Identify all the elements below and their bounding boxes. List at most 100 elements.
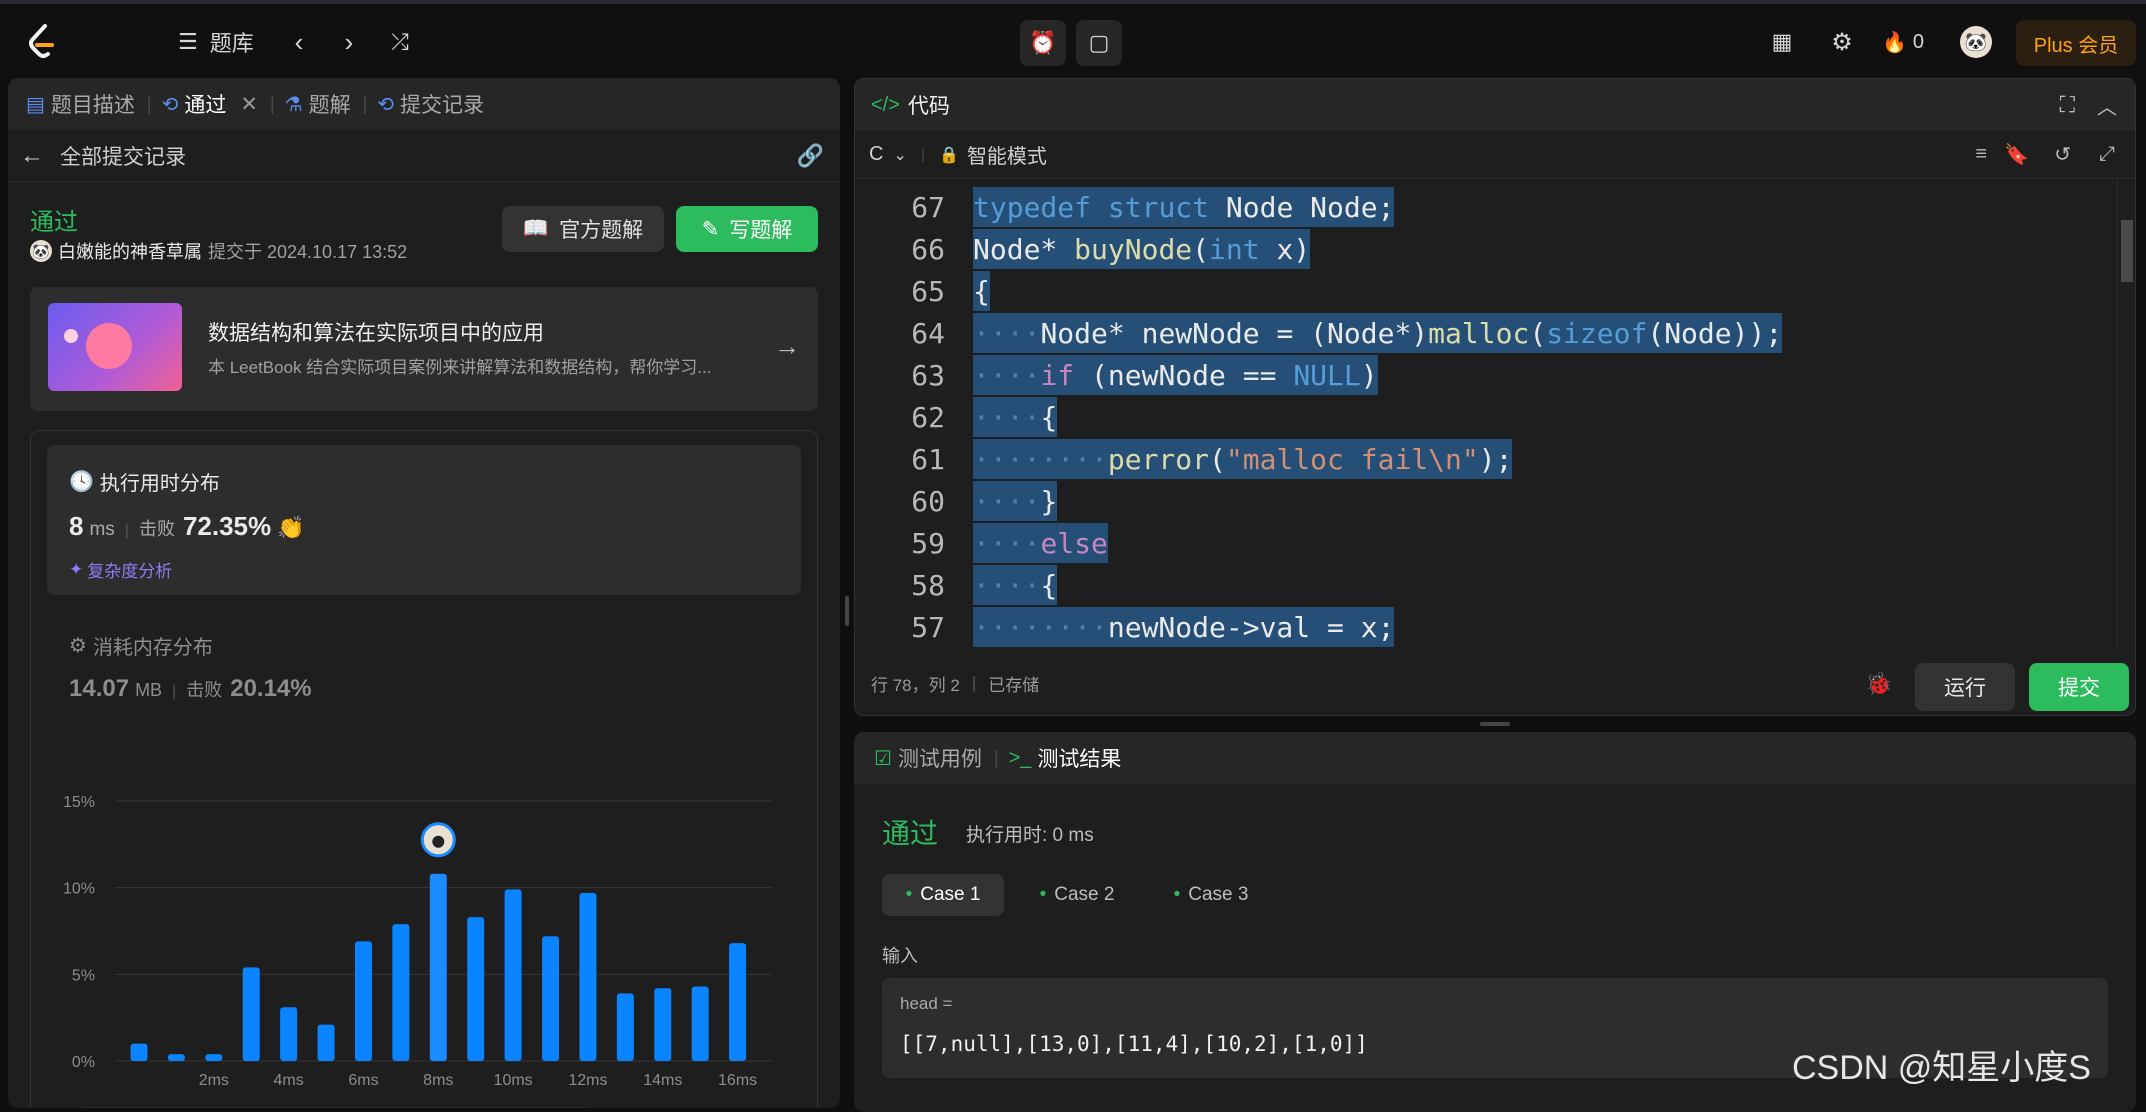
code-token: int (1209, 232, 1260, 266)
tab-description[interactable]: ▤ 题目描述 (26, 89, 135, 119)
runtime-value: 8 (69, 511, 84, 541)
lock-icon: 🔒 (939, 146, 959, 164)
editor-scrollbar[interactable] (2117, 180, 2135, 648)
selected-code: ····{ (973, 565, 1058, 605)
code-line[interactable]: 59 ···· else (855, 522, 2115, 564)
x-tick-label: 16ms (718, 1072, 757, 1089)
case-pass-dot: • (1039, 884, 1047, 905)
indent-guide: ···· (973, 316, 1041, 350)
edit-icon: ✎ (701, 217, 720, 241)
horizontal-resize-handle[interactable] (1480, 722, 1510, 726)
streak-count: 0 (1912, 30, 1925, 53)
panel-resize-handle[interactable] (845, 596, 849, 626)
arrow-right-icon: → (774, 331, 800, 361)
line-number: 67 (911, 190, 945, 224)
avatar[interactable]: 🐼 (1960, 26, 1992, 58)
language-select[interactable]: C ⌄ (869, 143, 907, 166)
expand-icon[interactable]: ⤢ (2099, 143, 2115, 166)
memory-section[interactable]: ⚙ 消耗内存分布 14.07 MB | 击败 20.14% (69, 631, 789, 711)
problem-list-button[interactable]: ☰ 题库 (178, 22, 254, 62)
line-number: 59 (911, 526, 945, 560)
bar (504, 889, 522, 1061)
leetcode-logo[interactable] (22, 22, 62, 62)
tab-accepted[interactable]: ⟲ 通过 ✕ (162, 89, 258, 119)
alarm-clock-icon[interactable]: ⏰ (1020, 20, 1066, 66)
submitter-name[interactable]: 白嫩能的神香草属 (58, 238, 202, 264)
code-line[interactable]: 67 typedef struct Node Node; (855, 186, 2115, 228)
official-solution-button[interactable]: 📖 官方题解 (502, 206, 664, 252)
indent-guide: ···· (973, 526, 1041, 560)
case-tab[interactable]: • Case 2 (1016, 874, 1138, 916)
share-link-icon[interactable]: 🔗 (797, 143, 824, 169)
close-tab-icon[interactable]: ✕ (240, 92, 258, 117)
code-area[interactable]: 67 typedef struct Node Node; 66 Node* buyNo… (855, 180, 2115, 648)
debug-icon[interactable]: 🐞 (1865, 671, 1892, 697)
note-icon[interactable]: ▢ (1076, 20, 1122, 66)
streak-button[interactable]: 🔥 0 (1882, 26, 1924, 58)
code-line[interactable]: 60 ····} (855, 480, 2115, 522)
tab-testcases[interactable]: ☑ 测试用例 (874, 743, 982, 773)
complexity-analysis-link[interactable]: ✦ 复杂度分析 (69, 557, 172, 582)
code-line[interactable]: 65 { (855, 270, 2115, 312)
line-number: 58 (911, 568, 945, 602)
code-line[interactable]: 63 ···· if (newNode == NULL) (855, 354, 2115, 396)
format-icon[interactable]: ≡ (1975, 143, 1987, 166)
code-line[interactable]: 66 Node* buyNode(int x) (855, 228, 2115, 270)
case-pass-dot: • (1173, 884, 1181, 905)
code-token: (newNode == (1074, 358, 1294, 392)
code-token: { (1040, 568, 1058, 602)
tab-solutions[interactable]: ⚗ 题解 (285, 89, 351, 119)
memory-unit: MB (135, 680, 163, 700)
prev-problem-icon[interactable]: ‹ (284, 26, 314, 58)
runtime-card[interactable]: 🕓 执行用时分布 8 ms | 击败 72.35% 👏 ✦ 复杂度分析 (47, 445, 801, 595)
fullscreen-icon[interactable]: ⛶ (2060, 92, 2075, 118)
chart-range-slider[interactable] (79, 1107, 591, 1108)
shuffle-icon[interactable]: ⤮ (384, 26, 416, 58)
clock-icon: 🕓 (69, 471, 94, 493)
code-token: Node* (973, 232, 1075, 266)
layout-icon[interactable]: ▦ (1766, 26, 1798, 58)
selected-code: ········ newNode->val = x; (973, 607, 1395, 647)
all-submissions-link[interactable]: 全部提交记录 (60, 141, 186, 171)
code-line[interactable]: 61 ········ perror("malloc fail\n"); (855, 438, 2115, 480)
code-token: malloc (1428, 316, 1530, 350)
back-row: ← 全部提交记录 🔗 (8, 130, 840, 182)
tab-test-result[interactable]: >_ 测试结果 (1009, 743, 1122, 773)
submit-button[interactable]: 提交 (2029, 663, 2129, 711)
bar (429, 873, 447, 1061)
flask-icon: ⚗ (284, 93, 303, 116)
code-line[interactable]: 62 ····{ (855, 396, 2115, 438)
case-label: Case 1 (920, 884, 981, 905)
mode-select[interactable]: 🔒 智能模式 (939, 140, 1047, 169)
stat-divider: | (172, 683, 177, 700)
x-tick-label: 8ms (423, 1072, 453, 1089)
back-arrow-icon[interactable]: ← (20, 142, 44, 170)
tab-testcases-label: 测试用例 (897, 748, 982, 771)
code-line[interactable]: 58 ····{ (855, 564, 2115, 606)
scrollbar-thumb[interactable] (2121, 220, 2133, 282)
reset-icon[interactable]: ↺ (2054, 142, 2071, 167)
plus-member-button[interactable]: Plus 会员 (2016, 20, 2136, 66)
run-button[interactable]: 运行 (1915, 663, 2015, 711)
tab-submissions[interactable]: ⟲ 提交记录 (377, 89, 484, 119)
bar (729, 943, 747, 1061)
x-tick-label: 6ms (348, 1072, 378, 1089)
line-number: 61 (911, 442, 945, 476)
collapse-icon[interactable]: ︿ (2097, 91, 2117, 120)
leetbook-cover-image (48, 303, 182, 391)
tab-solutions-label: 题解 (308, 94, 351, 117)
bar (392, 924, 410, 1061)
editor-toolbar: C ⌄ | 🔒 智能模式 ≡ 🔖 ↺ ⤢ (855, 131, 2135, 179)
bookmark-icon[interactable]: 🔖 (2004, 142, 2029, 167)
runtime-stats: 8 ms | 击败 72.35% 👏 (69, 511, 305, 542)
runtime-distribution-chart[interactable]: 0% 5% 10% 15% 2ms 4ms 6ms 8ms 10ms 12ms 14ms 16ms (31, 761, 791, 1108)
case-tab[interactable]: • Case 1 (882, 874, 1004, 916)
case-tab[interactable]: • Case 3 (1150, 874, 1272, 916)
next-problem-icon[interactable]: › (334, 26, 364, 58)
write-solution-button[interactable]: ✎ 写题解 (676, 206, 818, 252)
code-token: NULL (1293, 358, 1361, 392)
code-line[interactable]: 64 ···· Node* newNode = (Node*) malloc(size… (855, 312, 2115, 354)
leetbook-card[interactable]: 数据结构和算法在实际项目中的应用 本 LeetBook 结合实际项目案例来讲解算… (30, 287, 818, 411)
settings-gear-icon[interactable]: ⚙ (1826, 26, 1858, 58)
code-line[interactable]: 57 ········ newNode->val = x; (855, 606, 2115, 648)
